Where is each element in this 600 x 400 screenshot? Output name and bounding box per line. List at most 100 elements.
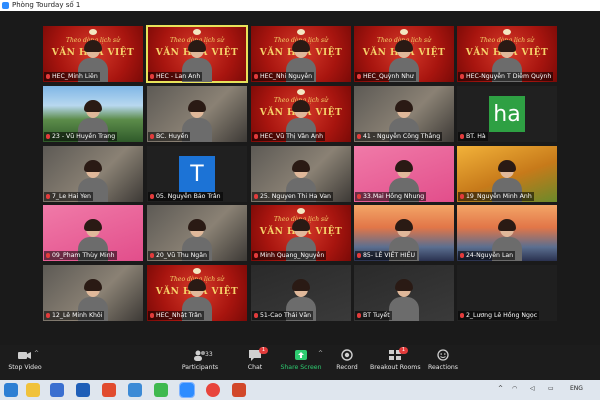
participant-name-text: 23 - Vũ Huyền Trang [52,133,116,140]
participant-name-text: BT Tuyết [363,312,390,319]
participant-silhouette [389,279,419,321]
video-tile[interactable]: BC. Huyền [147,86,247,142]
participant-name: HEC_Nhi Nguyễn [252,72,315,81]
video-tile[interactable]: Theo dòng lịch sửVĂN HÓA VIỆTHEC - Lan A… [146,25,248,83]
photos-icon[interactable] [128,383,142,397]
video-tile[interactable]: 09_Pham Thùy Minh [43,205,143,261]
volume-icon[interactable]: ◁ [530,385,535,392]
window-title: Phòng Tourday số 1 [12,1,81,9]
muted-mic-icon [254,74,258,79]
check-app-icon[interactable] [154,383,168,397]
video-tile[interactable]: Theo dòng lịch sửVĂN HÓA VIỆTHEC_Nhi Ngu… [251,26,351,82]
video-tile[interactable]: Theo dòng lịch sửVĂN HÓA VIỆTHEC_Minh Li… [43,26,143,82]
office-icon[interactable] [102,383,116,397]
video-tile[interactable]: 7_Le Hai Yen [43,146,143,202]
participant-name-text: HEC_Minh Liên [52,73,98,80]
video-tile[interactable]: BT Tuyết [354,265,454,321]
participant-name: HEC_Minh Liên [44,72,100,81]
video-tile[interactable]: 24-Nguyễn Lan [457,205,557,261]
tray-chevron-icon[interactable]: ^ [498,385,503,392]
video-tile[interactable]: 23 - Vũ Huyền Trang [43,86,143,142]
video-tile[interactable]: Theo dòng lịch sửVĂN HÓA VIỆTHEC-Nguyễn … [457,26,557,82]
video-tile[interactable]: ha BT. Hà [457,86,557,142]
file-explorer-icon[interactable] [26,383,40,397]
participants-button[interactable]: 33 Participants [175,348,225,378]
muted-mic-icon [254,313,258,318]
video-tile[interactable]: Theo dòng lịch sửVĂN HÓA VIỆTHEC_Vũ Thị … [251,86,351,142]
muted-mic-icon [150,74,154,79]
muted-mic-icon [46,74,50,79]
participant-name-text: 19_Nguyễn Minh Anh [466,193,532,200]
video-options-caret-icon[interactable]: ^ [34,350,39,357]
participant-name-text: 12_Lê Minh Khôi [52,312,103,319]
muted-mic-icon [357,253,361,258]
video-tile[interactable]: 85- LÊ VIẾT HIẾU [354,205,454,261]
video-tile[interactable]: 51-Cao Thái Văn [251,265,351,321]
participants-count: 33 [205,351,213,358]
video-tile[interactable]: Theo dòng lịch sửVĂN HÓA VIỆTHEC_Nhật Tr… [147,265,247,321]
video-tile[interactable]: 25. Nguyen Thi Ha Van [251,146,351,202]
breakout-rooms-button[interactable]: 1 Breakout Rooms [370,347,421,378]
video-tile[interactable]: 33.Mai Hồng Nhung [354,146,454,202]
muted-mic-icon [460,74,464,79]
participant-name: 09_Pham Thùy Minh [44,251,117,260]
breakout-rooms-label: Breakout Rooms [370,364,421,371]
stop-video-button[interactable]: Stop Video [0,348,50,378]
muted-mic-icon [254,134,258,139]
participant-name: 20_Vũ Thu Ngân [148,251,209,260]
participant-name: 05. Nguyễn Bảo Trân [148,192,223,201]
participant-name: BT Tuyết [355,311,392,320]
participant-name: 25. Nguyen Thi Ha Van [252,192,333,201]
battery-icon[interactable]: ▭ [548,385,554,392]
participant-name-text: HEC_Nhật Trân [156,312,202,319]
participant-name: 23 - Vũ Huyền Trang [44,132,118,141]
participant-name: 41 - Nguyễn Công Thắng [355,132,443,141]
organization-logo-icon [400,29,408,35]
participant-name-text: 09_Pham Thùy Minh [52,252,115,259]
share-screen-icon [295,350,307,360]
video-tile[interactable]: 19_Nguyễn Minh Anh [457,146,557,202]
record-button[interactable]: Record [322,348,372,378]
participant-name: Minh Quang_Nguyễn [252,251,327,260]
smiley-icon [437,349,449,361]
zoom-app-icon [2,2,9,9]
video-tile[interactable]: 41 - Nguyễn Công Thắng [354,86,454,142]
participant-name: HEC_Quỳnh Như [355,72,416,81]
stop-video-label: Stop Video [8,364,42,371]
organization-logo-icon [89,29,97,35]
participant-name-text: BC. Huyền [156,133,189,140]
chrome-icon[interactable] [206,383,220,397]
reactions-button[interactable]: Reactions [418,348,468,378]
language-indicator[interactable]: ENG [570,385,583,392]
video-tile[interactable]: 20_Vũ Thu Ngân [147,205,247,261]
window-titlebar: Phòng Tourday số 1 [0,0,600,11]
video-tile[interactable]: 12_Lê Minh Khôi [43,265,143,321]
participant-name: HEC_Vũ Thị Vân Anh [252,132,325,141]
chat-button[interactable]: 1 Chat [230,347,280,378]
participant-name: BC. Huyền [148,132,191,141]
zoom-taskbar-icon[interactable] [179,382,195,398]
powerpoint-icon[interactable] [232,383,246,397]
participant-name-text: 25. Nguyen Thi Ha Van [260,193,331,200]
organization-logo-icon [297,89,305,95]
muted-mic-icon [357,313,361,318]
share-screen-label: Share Screen [280,364,322,371]
meeting-toolbar: Stop Video ^ 33 Participants 1 Chat Shar… [0,345,600,380]
video-tile[interactable]: Theo dòng lịch sửVĂN HÓA VIỆTHEC_Quỳnh N… [354,26,454,82]
muted-mic-icon [46,313,50,318]
windows-start-icon[interactable] [4,383,18,397]
participants-label: Participants [181,364,219,371]
participant-name-text: 24-Nguyễn Lan [466,252,514,259]
participant-name: 33.Mai Hồng Nhung [355,192,427,201]
store-icon[interactable] [50,383,64,397]
participant-name: 51-Cao Thái Văn [252,311,314,320]
video-tile[interactable]: 2_Lương Lê Hồng Ngọc [457,265,557,321]
mail-icon[interactable] [76,383,90,397]
video-tile[interactable]: T 05. Nguyễn Bảo Trân [147,146,247,202]
participant-name-text: HEC_Quỳnh Như [363,73,414,80]
participant-name-text: Minh Quang_Nguyễn [260,252,325,259]
participant-name-text: HEC_Nhi Nguyễn [260,73,313,80]
organization-logo-icon [193,268,201,274]
wifi-icon[interactable]: ◠ [512,385,517,392]
video-tile[interactable]: Theo dòng lịch sửVĂN HÓA VIỆTMinh Quang_… [251,205,351,261]
